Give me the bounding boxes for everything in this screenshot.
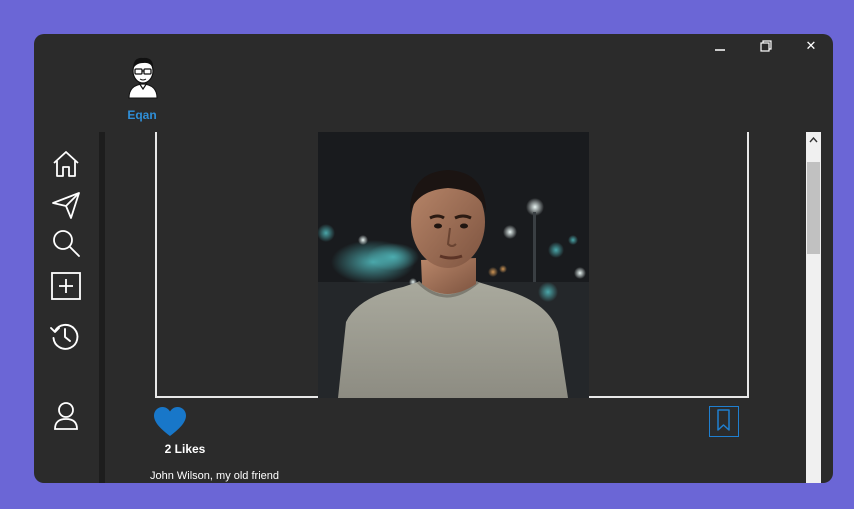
send-icon[interactable] <box>50 189 82 221</box>
scroll-thumb[interactable] <box>807 162 820 254</box>
search-icon[interactable] <box>50 227 82 259</box>
username-label[interactable]: Eqan <box>114 108 170 122</box>
likes-count: 2 Likes <box>164 442 206 456</box>
avatar-icon[interactable] <box>126 54 160 100</box>
scroll-up-arrow-icon[interactable] <box>806 132 821 148</box>
bookmark-icon[interactable] <box>709 406 739 437</box>
close-icon[interactable]: ✕ <box>793 34 829 58</box>
post-image <box>318 132 589 398</box>
vertical-scrollbar[interactable] <box>806 132 821 483</box>
restore-icon[interactable] <box>748 34 784 58</box>
sidebar-divider <box>99 132 105 483</box>
app-window: ✕ Eqan 2 Likes John Wilson, my old frien… <box>34 34 833 483</box>
home-icon[interactable] <box>50 148 82 180</box>
add-post-icon[interactable] <box>50 270 82 302</box>
history-icon[interactable] <box>49 320 81 352</box>
minimize-icon[interactable] <box>702 34 738 58</box>
like-heart-icon[interactable] <box>153 406 187 438</box>
post-caption: John Wilson, my old friend <box>150 470 279 482</box>
user-icon[interactable] <box>50 400 82 432</box>
